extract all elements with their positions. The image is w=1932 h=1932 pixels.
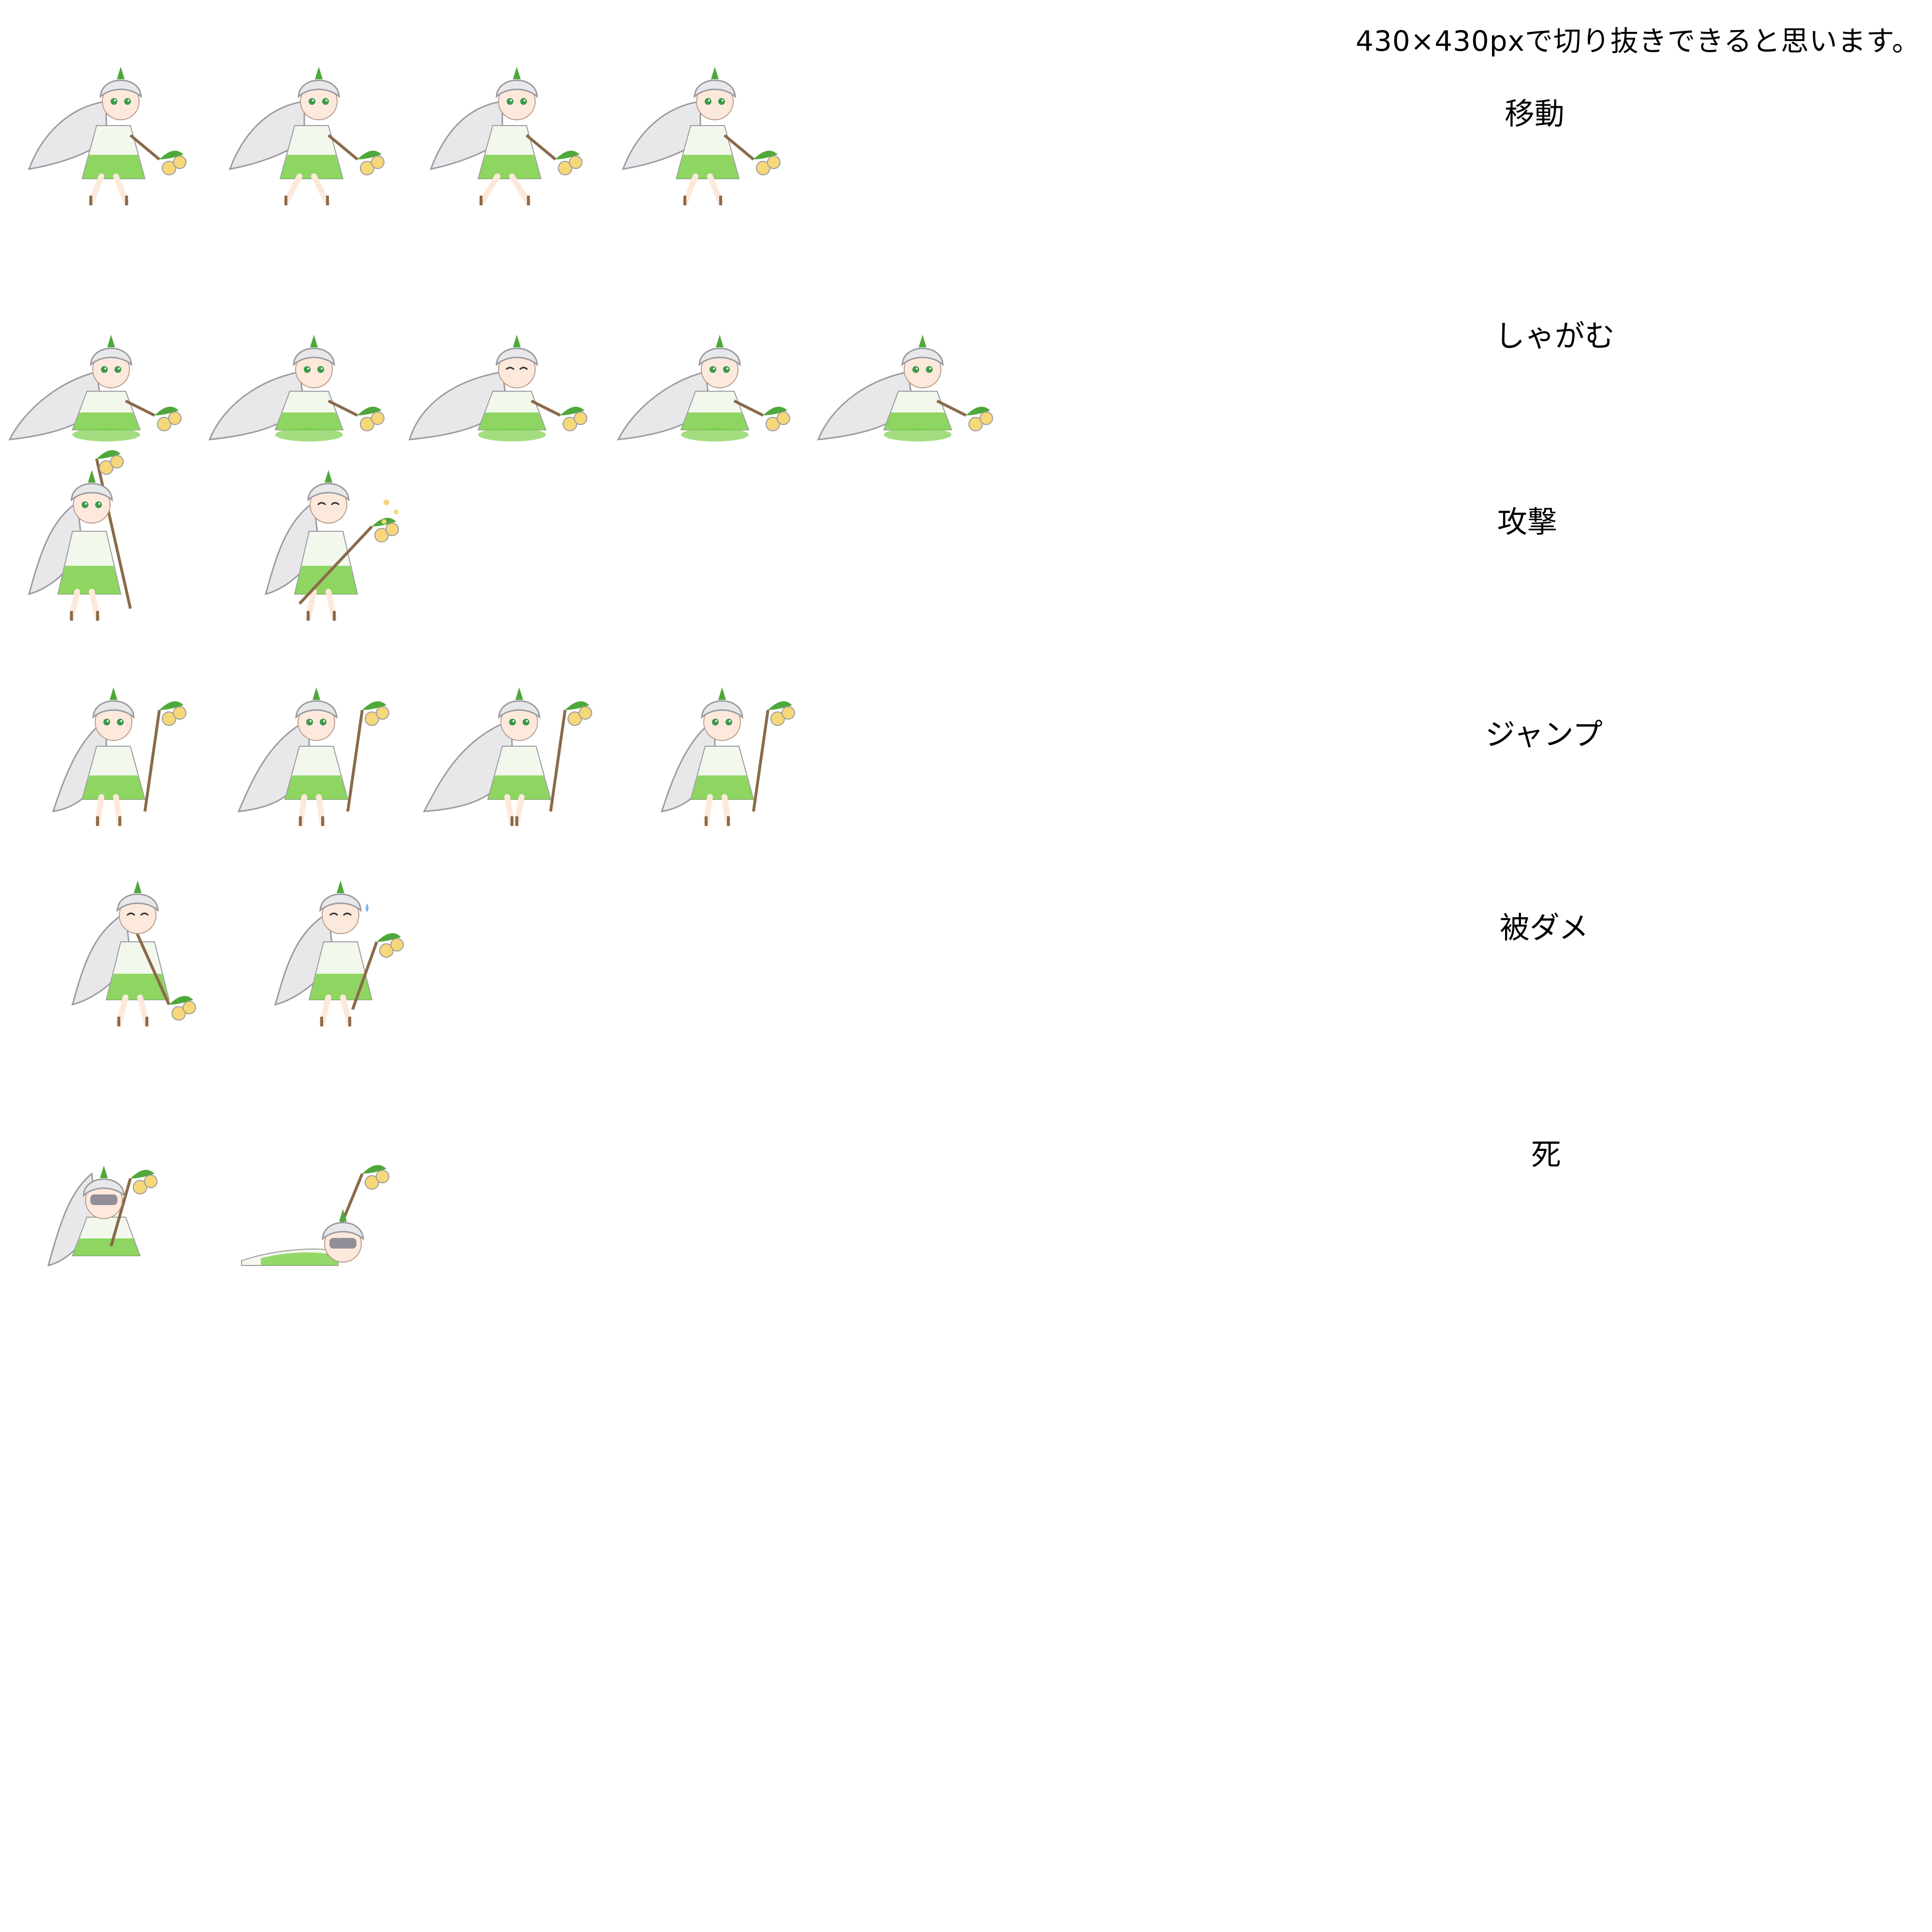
crouch-frame-4 [617,285,797,459]
row-label-crouch: しゃがむ [1495,318,1615,354]
move-frame-4 [618,43,792,217]
crouch-sprite-icon [208,335,384,441]
jump-frame-3 [423,667,604,840]
crouch-frame-5 [817,285,1000,459]
jump-sprite-icon [237,687,389,826]
attack-sprite-icon [264,470,399,621]
run-sprite-icon [429,67,582,206]
jump-frame-4 [633,667,807,840]
jump-sprite-icon [660,687,795,826]
hurt-frame-1 [53,860,227,1034]
move-frame-2 [222,43,396,217]
jump-frame-2 [227,667,401,840]
crouch-frame-2 [208,285,391,459]
crouch-frame-1 [8,285,188,459]
row-label-run: 移動 [1505,96,1565,131]
death-frame-1 [19,1121,193,1294]
attack-frame-2 [242,449,415,623]
jump-frame-1 [24,667,198,840]
death-sprite-icon [47,1165,157,1267]
hurt-sprite-icon [274,881,404,1027]
attack-frame-1 [5,449,179,623]
jump-sprite-icon [52,687,186,826]
crop-size-note: 430×430pxで切り抜きできると思います。 [1355,25,1920,57]
crouch-sprite-icon [408,335,587,441]
death-frame-2 [222,1121,396,1294]
move-frame-1 [24,43,198,217]
crouch-sprite-icon [617,335,790,441]
attack-sprite-icon [28,450,132,621]
run-sprite-icon [622,67,781,206]
crouch-sprite-icon [817,335,993,441]
run-sprite-icon [228,67,384,206]
crouch-sprite-icon [8,335,182,441]
crouch-frame-3 [408,285,594,459]
run-sprite-icon [28,67,186,206]
row-label-hurt: 被ダメ [1500,910,1589,945]
row-label-jump: ジャンプ [1485,717,1603,752]
hurt-frame-2 [256,860,430,1034]
death-sprite-icon [241,1165,389,1266]
move-frame-3 [420,43,594,217]
row-label-death: 死 [1531,1137,1562,1172]
row-label-attack: 攻撃 [1497,504,1558,540]
jump-sprite-icon [423,687,592,826]
hurt-sprite-icon [71,881,196,1027]
